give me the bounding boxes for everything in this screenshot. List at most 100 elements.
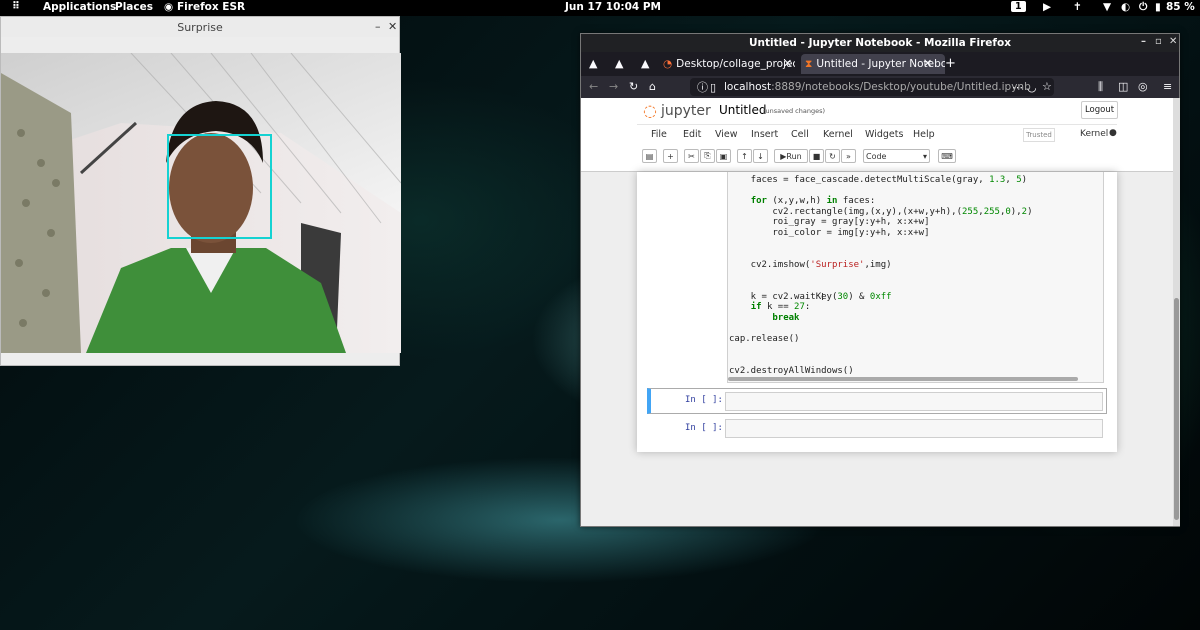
copy-icon[interactable]: ⎘: [700, 149, 715, 163]
camera-window-title: Surprise: [177, 20, 223, 34]
interrupt-icon[interactable]: ■: [809, 149, 824, 163]
warning-icon[interactable]: ▲: [615, 58, 623, 69]
cell-input[interactable]: [725, 419, 1103, 438]
firefox-icon: ◉: [164, 1, 174, 13]
close-button[interactable]: ✕: [1169, 36, 1177, 47]
loading-icon: ◔: [663, 58, 673, 70]
new-tab-icon[interactable]: +: [945, 57, 956, 70]
menu-view[interactable]: View: [715, 129, 738, 140]
page-icon: ▯: [710, 81, 717, 94]
add-cell-icon[interactable]: +: [663, 149, 678, 163]
home-icon[interactable]: ⌂: [649, 81, 656, 92]
minimize-button[interactable]: –: [375, 20, 381, 33]
camera-feed: [1, 53, 401, 353]
back-icon[interactable]: ←: [589, 81, 598, 92]
cell-type-value: Code: [866, 151, 887, 161]
camera-record-icon[interactable]: ▶: [1043, 1, 1051, 13]
close-tab-icon[interactable]: ✕: [923, 58, 932, 69]
page-scrollbar[interactable]: [1173, 98, 1180, 526]
pocket-icon[interactable]: ◡: [1027, 82, 1037, 93]
url-bar[interactable]: ⓘ ▯ localhost:8889/notebooks/Desktop/you…: [690, 78, 1054, 96]
active-app-label[interactable]: Firefox ESR: [177, 1, 245, 13]
restart-icon[interactable]: ↻: [825, 149, 840, 163]
close-tab-icon[interactable]: ✕: [783, 58, 792, 69]
code-block: faces = face_cascade.detectMultiScale(gr…: [729, 175, 1033, 376]
menu-help[interactable]: Help: [913, 129, 935, 140]
text-cursor-icon: I: [821, 292, 824, 303]
cell-input[interactable]: [725, 392, 1103, 411]
horizontal-scrollbar[interactable]: [728, 377, 1078, 381]
notebook-name[interactable]: Untitled: [719, 103, 766, 117]
menu-widgets[interactable]: Widgets: [865, 129, 903, 140]
paste-icon[interactable]: ▣: [716, 149, 731, 163]
menu-file[interactable]: File: [651, 129, 667, 140]
logout-button[interactable]: Logout: [1081, 101, 1118, 119]
close-button[interactable]: ✕: [388, 20, 397, 33]
camera-window: Surprise – ✕: [0, 16, 401, 366]
info-icon[interactable]: ⓘ: [697, 82, 708, 93]
navigation-toolbar: ← → ↻ ⌂ ⓘ ▯ localhost:8889/notebooks/Des…: [581, 76, 1179, 98]
run-button[interactable]: ▶ Run: [774, 149, 808, 163]
selected-cell[interactable]: In [ ]:: [647, 388, 1107, 414]
code-cell-editor[interactable]: faces = face_cascade.detectMultiScale(gr…: [727, 172, 1104, 383]
battery-percent: 85 %: [1166, 1, 1195, 13]
tab-label: Desktop/collage_project: [676, 58, 795, 70]
camera-window-titlebar[interactable]: Surprise – ✕: [1, 17, 399, 37]
jupyter-logo-text[interactable]: jupyter: [661, 103, 711, 119]
page-actions-icon[interactable]: ⋯: [1012, 82, 1023, 93]
cell-prompt: In [ ]:: [685, 395, 723, 405]
menu-kernel[interactable]: Kernel: [823, 129, 853, 140]
wifi-icon[interactable]: ▼: [1103, 1, 1111, 13]
firefox-window: Untitled - Jupyter Notebook - Mozilla Fi…: [580, 33, 1180, 527]
empty-cell[interactable]: In [ ]:: [647, 416, 1107, 442]
header-divider: [637, 124, 1117, 125]
workspace-indicator[interactable]: 1: [1011, 1, 1026, 12]
run-label: Run: [786, 151, 802, 161]
clock[interactable]: Jun 17 10:04 PM: [565, 1, 661, 13]
kernel-name: Kernel: [1080, 129, 1109, 139]
applications-menu[interactable]: Applications: [43, 1, 116, 13]
reload-icon[interactable]: ↻: [629, 81, 638, 92]
save-status: (unsaved changes): [763, 107, 826, 115]
library-icon[interactable]: ⫼: [1098, 81, 1103, 92]
bookmark-star-icon[interactable]: ☆: [1042, 81, 1052, 92]
account-icon[interactable]: ◎: [1138, 81, 1148, 92]
camera-frame: [1, 53, 401, 353]
apps-grid-icon[interactable]: ⠿: [12, 1, 20, 12]
restart-run-all-icon[interactable]: »: [841, 149, 856, 163]
notebook-container: faces = face_cascade.detectMultiScale(gr…: [637, 172, 1117, 452]
forward-icon[interactable]: →: [609, 81, 618, 92]
move-down-icon[interactable]: ↓: [753, 149, 768, 163]
battery-icon[interactable]: ▮: [1155, 1, 1161, 13]
warning-icon[interactable]: ▲: [641, 58, 649, 69]
tab-collage-project[interactable]: ◔ Desktop/collage_project: [659, 54, 795, 74]
sidebar-icon[interactable]: ◫: [1118, 81, 1128, 92]
cell-prompt: In [ ]:: [685, 423, 723, 433]
menu-insert[interactable]: Insert: [751, 129, 778, 140]
command-palette-icon[interactable]: ⌨: [938, 149, 956, 163]
url-host: localhost: [724, 81, 772, 93]
jupyter-logo-icon: ◌: [643, 101, 657, 120]
menu-cell[interactable]: Cell: [791, 129, 809, 140]
menu-edit[interactable]: Edit: [683, 129, 701, 140]
kernel-status-icon: ●: [1109, 128, 1117, 138]
page-content: ◌ jupyter Untitled (unsaved changes) Log…: [581, 98, 1173, 526]
places-menu[interactable]: Places: [115, 1, 153, 13]
tab-strip: ▲ ▲ ▲ ◔ Desktop/collage_project ✕ ⧗ Unti…: [581, 52, 1179, 76]
jupyter-favicon: ⧗: [805, 57, 813, 70]
cell-type-select[interactable]: Code ▾: [863, 149, 930, 163]
chevron-down-icon: ▾: [922, 151, 927, 161]
volume-icon[interactable]: ◐: [1121, 1, 1130, 13]
hamburger-menu-icon[interactable]: ≡: [1163, 81, 1172, 92]
move-up-icon[interactable]: ↑: [737, 149, 752, 163]
cut-icon[interactable]: ✂: [684, 149, 699, 163]
maximize-button[interactable]: ▫: [1155, 36, 1162, 47]
accessibility-icon[interactable]: ✝: [1073, 1, 1082, 13]
power-icon[interactable]: ⏻: [1139, 1, 1147, 14]
trusted-indicator[interactable]: Trusted: [1023, 128, 1055, 142]
save-icon[interactable]: ▤: [642, 149, 657, 163]
scrollbar-thumb[interactable]: [1174, 298, 1179, 520]
warning-icon[interactable]: ▲: [589, 58, 597, 69]
firefox-titlebar[interactable]: Untitled - Jupyter Notebook - Mozilla Fi…: [581, 34, 1179, 52]
minimize-button[interactable]: –: [1141, 36, 1146, 47]
